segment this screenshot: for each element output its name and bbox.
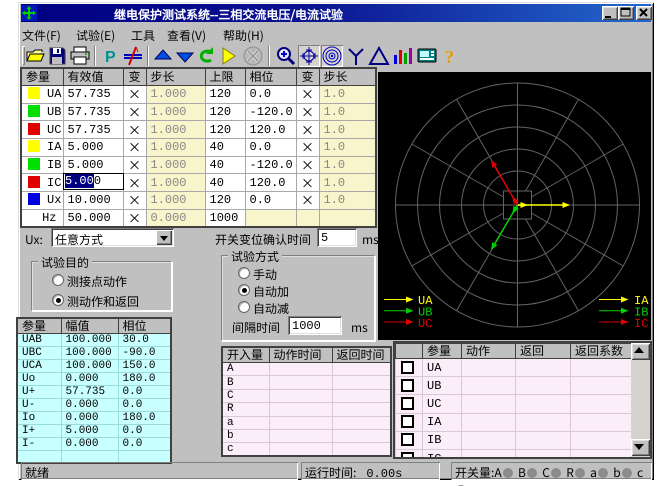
svg-text:UC: UC: [418, 317, 432, 331]
svg-text:?: ?: [445, 47, 454, 67]
svg-text:IC: IC: [634, 317, 648, 331]
svg-text:P: P: [105, 49, 116, 66]
